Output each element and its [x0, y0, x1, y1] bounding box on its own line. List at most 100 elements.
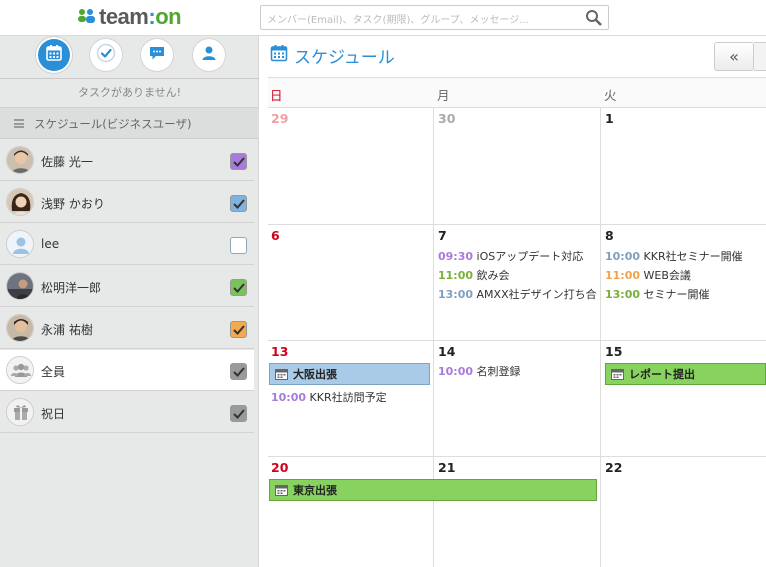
date-cell-number[interactable]: 1 — [605, 111, 614, 126]
avatar — [6, 188, 34, 216]
logo-text: team:on — [99, 4, 182, 29]
user-row-holiday[interactable]: 祝日 — [0, 392, 254, 433]
task-tab[interactable] — [90, 39, 122, 71]
event-item[interactable]: 13:00 AMXX社デザイン打ち合 — [438, 286, 599, 302]
user-name: 祝日 — [41, 407, 66, 421]
event-time: 11:00 — [605, 269, 641, 282]
event-item[interactable]: 09:30 iOSアップデート対応 — [438, 248, 599, 264]
date-cell-number[interactable]: 22 — [605, 460, 622, 475]
avatar — [6, 146, 34, 174]
page-title: スケジュール — [270, 44, 395, 68]
event-title: WEB会議 — [643, 269, 691, 282]
sidebar-tab-icons — [0, 36, 259, 78]
user-name: 全員 — [41, 365, 66, 379]
date-cell-number[interactable]: 30 — [438, 111, 455, 126]
no-task-message: タスクがありません! — [77, 86, 182, 99]
message-tab[interactable] — [141, 39, 173, 71]
event-time: 10:00 — [438, 365, 474, 378]
event-title: レポート提出 — [629, 368, 695, 381]
all-day-event-bar[interactable]: レポート提出 — [605, 363, 766, 385]
user-row-asano[interactable]: 浅野 かおり — [0, 182, 254, 223]
event-title: セミナー開催 — [643, 288, 710, 301]
all-day-event-bar[interactable]: 大阪出張 — [269, 363, 430, 385]
user-name: 浅野 かおり — [41, 197, 105, 211]
user-row-nagaura[interactable]: 永浦 祐樹 — [0, 308, 254, 349]
main-panel: スケジュール « 日 月 火 29 30 1 6 7 8 09:30 iOSアッ… — [260, 36, 766, 567]
event-title: 名刺登録 — [476, 365, 521, 378]
search-input[interactable]: メンバー(Email)、タスク(期限)、グループ、メッセージ... — [260, 5, 609, 30]
event-title: KKR社訪問予定 — [309, 391, 387, 404]
prev-button[interactable]: « — [714, 42, 754, 71]
row-divider — [268, 340, 766, 341]
user-icon — [201, 45, 217, 65]
team-on-logo[interactable]: team:on — [77, 3, 182, 31]
menu-lines-icon — [14, 119, 24, 128]
event-item[interactable]: 13:00 セミナー開催 — [605, 286, 766, 302]
user-checkbox[interactable] — [230, 363, 247, 380]
event-title: 東京出張 — [293, 484, 337, 497]
date-cell-number[interactable]: 20 — [271, 460, 288, 475]
schedule-group-header[interactable]: スケジュール(ビジネスユーザ) — [0, 107, 259, 139]
event-title: 飲み会 — [476, 269, 510, 282]
date-cell-number[interactable]: 14 — [438, 344, 455, 359]
calendar-icon — [275, 368, 288, 380]
event-title: AMXX社デザイン打ち合 — [476, 288, 597, 301]
event-item[interactable]: 11:00 WEB会議 — [605, 267, 766, 283]
user-name: 松明洋一郎 — [41, 281, 102, 295]
user-row-matsuaki[interactable]: 松明洋一郎 — [0, 266, 254, 307]
calendar-grid: 日 月 火 29 30 1 6 7 8 09:30 iOSアップデート対応 11… — [268, 77, 766, 567]
event-time: 10:00 — [271, 391, 307, 404]
schedule-group-title: スケジュール(ビジネスユーザ) — [34, 117, 192, 131]
date-cell-number[interactable]: 6 — [271, 228, 280, 243]
date-cell-number[interactable]: 8 — [605, 228, 614, 243]
event-item[interactable]: 10:00 KKR社訪問予定 — [271, 389, 387, 405]
check-icon — [96, 43, 116, 67]
user-checkbox[interactable] — [230, 153, 247, 170]
calendar-icon — [45, 44, 63, 66]
date-cell-number[interactable]: 15 — [605, 344, 622, 359]
event-time: 09:30 — [438, 250, 474, 263]
group-icon — [6, 356, 34, 384]
chat-icon — [148, 44, 166, 66]
user-checkbox[interactable] — [230, 195, 247, 212]
weekday-sunday: 日 — [270, 88, 283, 103]
next-button[interactable] — [754, 42, 766, 71]
weekday-tuesday: 火 — [604, 88, 617, 103]
column-divider — [600, 108, 601, 567]
weekday-monday: 月 — [437, 88, 450, 103]
event-title: 大阪出張 — [293, 368, 337, 381]
calendar-tab[interactable] — [38, 39, 70, 71]
row-divider — [268, 224, 766, 225]
calendar-icon — [270, 44, 288, 66]
user-checkbox[interactable] — [230, 237, 247, 254]
row-divider — [268, 456, 766, 457]
calendar-icon — [611, 368, 624, 380]
event-item[interactable]: 10:00 KKR社セミナー開催 — [605, 248, 766, 264]
member-tab[interactable] — [193, 39, 225, 71]
user-checkbox[interactable] — [230, 405, 247, 422]
user-row-all[interactable]: 全員 — [0, 350, 254, 391]
user-name: 永浦 祐樹 — [41, 323, 93, 337]
date-cell-number[interactable]: 13 — [271, 344, 288, 359]
search-placeholder: メンバー(Email)、タスク(期限)、グループ、メッセージ... — [267, 15, 529, 26]
event-time: 13:00 — [438, 288, 474, 301]
event-item[interactable]: 11:00 飲み会 — [438, 267, 599, 283]
all-day-event-bar[interactable]: 東京出張 — [269, 479, 597, 501]
people-logo-icon — [77, 8, 97, 26]
user-checkbox[interactable] — [230, 279, 247, 296]
calendar-icon — [275, 484, 288, 496]
user-checkbox[interactable] — [230, 321, 247, 338]
date-cell-number[interactable]: 29 — [271, 111, 288, 126]
weekday-header: 日 月 火 — [268, 77, 766, 108]
event-item[interactable]: 10:00 名刺登録 — [438, 363, 521, 379]
date-cell-number[interactable]: 21 — [438, 460, 455, 475]
date-cell-number[interactable]: 7 — [438, 228, 447, 243]
gift-icon — [6, 398, 34, 426]
event-title: KKR社セミナー開催 — [643, 250, 743, 263]
user-row-sato[interactable]: 佐藤 光一 — [0, 140, 254, 181]
search-icon[interactable] — [585, 9, 603, 27]
user-row-lee[interactable]: lee — [0, 224, 254, 265]
avatar — [6, 272, 34, 300]
sidebar: タスクがありません! スケジュール(ビジネスユーザ) 佐藤 光一 浅野 かおり … — [0, 36, 259, 567]
event-time: 11:00 — [438, 269, 474, 282]
